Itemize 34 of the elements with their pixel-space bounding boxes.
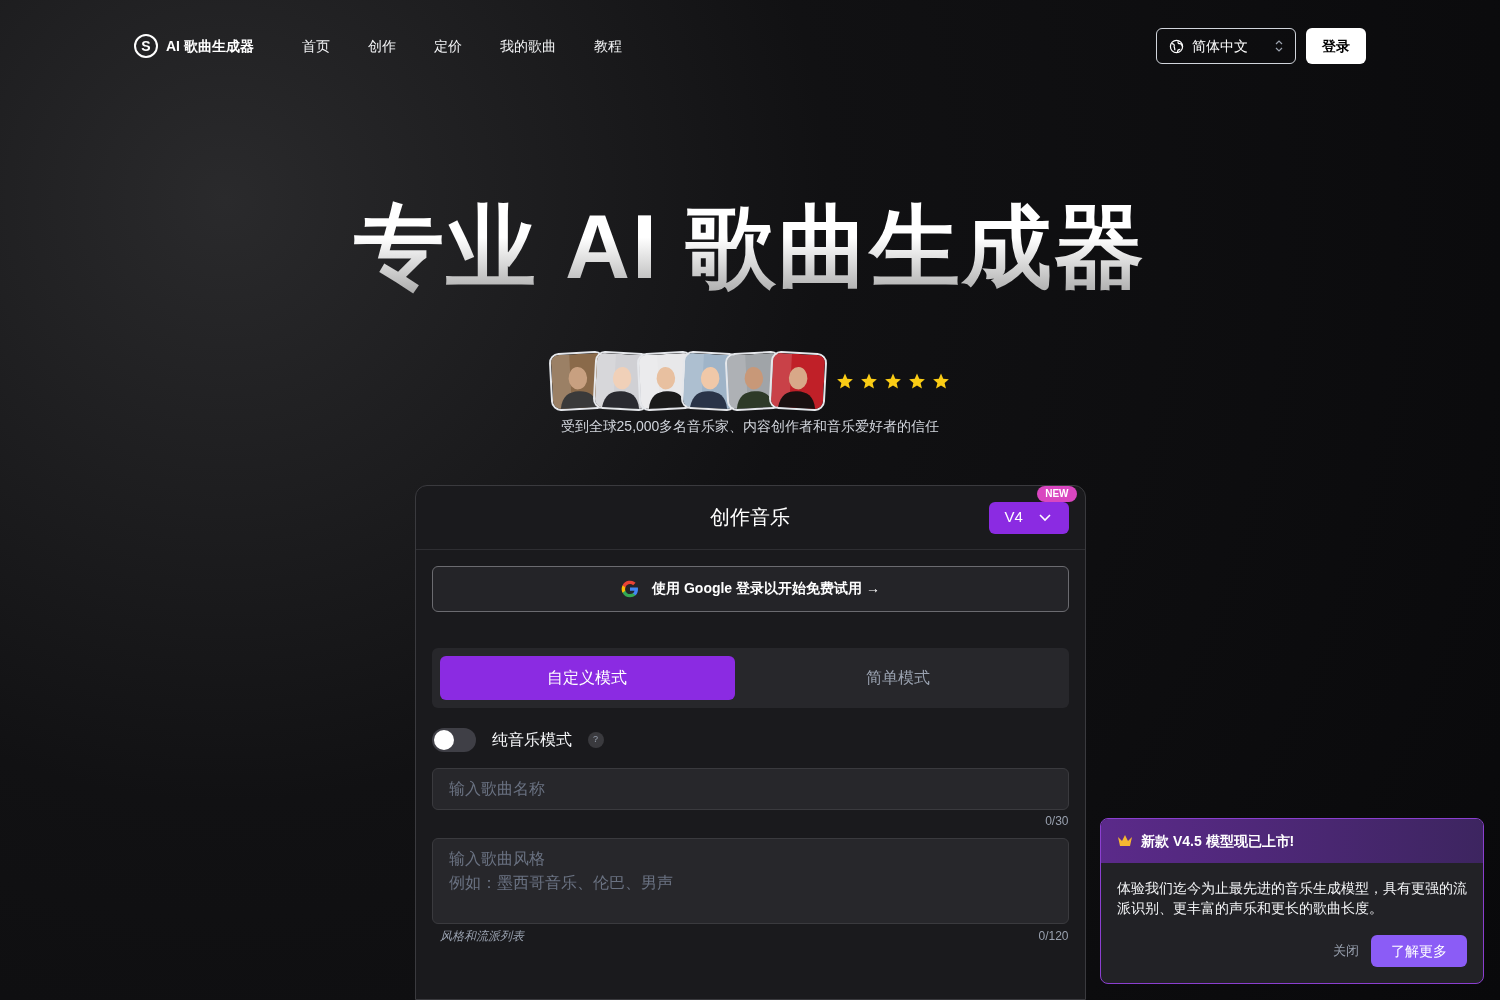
mode-tab[interactable]: 自定义模式 (439, 655, 735, 700)
style-list-label: 风格和流派列表 (439, 927, 524, 944)
close-button[interactable]: 关闭 (1333, 941, 1359, 961)
toggle-label: 纯音乐模式 (491, 729, 572, 750)
nav-link[interactable]: 我的歌曲 (499, 35, 556, 57)
chevron-down-icon (1038, 513, 1051, 522)
login-button[interactable]: 登录 (1306, 28, 1366, 64)
song-name-field[interactable]: 输入歌曲名称 (431, 767, 1069, 810)
globe-icon (1169, 38, 1184, 54)
brand-link[interactable]: AI 歌曲生成器 (166, 35, 254, 57)
nav-link[interactable]: 创作 (367, 35, 396, 57)
help-icon[interactable]: ? (587, 731, 604, 748)
learn-more-button[interactable]: 了解更多 (1371, 935, 1467, 967)
placeholder-text: 输入歌曲风格 (448, 848, 546, 869)
model-select[interactable]: V4 (988, 501, 1069, 534)
trust-caption: 受到全球25,000多名音乐家、内容创作者和音乐爱好者的信任 (560, 416, 940, 436)
google-signin-button[interactable]: 使用 Google 登录以开始免费试用 → (431, 565, 1069, 612)
language-select[interactable]: 简体中文 (1156, 28, 1296, 64)
sort-icon (1275, 40, 1283, 52)
card-title: 创作音乐 (710, 505, 790, 530)
mode-tab[interactable]: 简单模式 (734, 655, 1061, 700)
nav-link[interactable]: 教程 (593, 35, 622, 57)
nav-link[interactable]: 定价 (433, 35, 462, 57)
new-badge: NEW (1037, 485, 1077, 502)
popup-title: 新款 V4.5 模型现已上市! (1141, 831, 1295, 851)
nav-link[interactable]: 首页 (301, 35, 330, 57)
google-icon (620, 578, 641, 599)
crown-icon (1117, 834, 1133, 848)
logo-icon[interactable]: S (134, 34, 158, 58)
popup-message: 体验我们迄今为止最先进的音乐生成模型，具有更强的流派识别、更丰富的声乐和更长的歌曲长度。 (1116, 880, 1468, 918)
toggle-switch[interactable] (431, 727, 476, 752)
character-count: 0/120 (1038, 927, 1069, 944)
character-count: 0/30 (1044, 812, 1069, 830)
placeholder-text: 例如：墨西哥音乐、伦巴、男声 (448, 872, 674, 893)
